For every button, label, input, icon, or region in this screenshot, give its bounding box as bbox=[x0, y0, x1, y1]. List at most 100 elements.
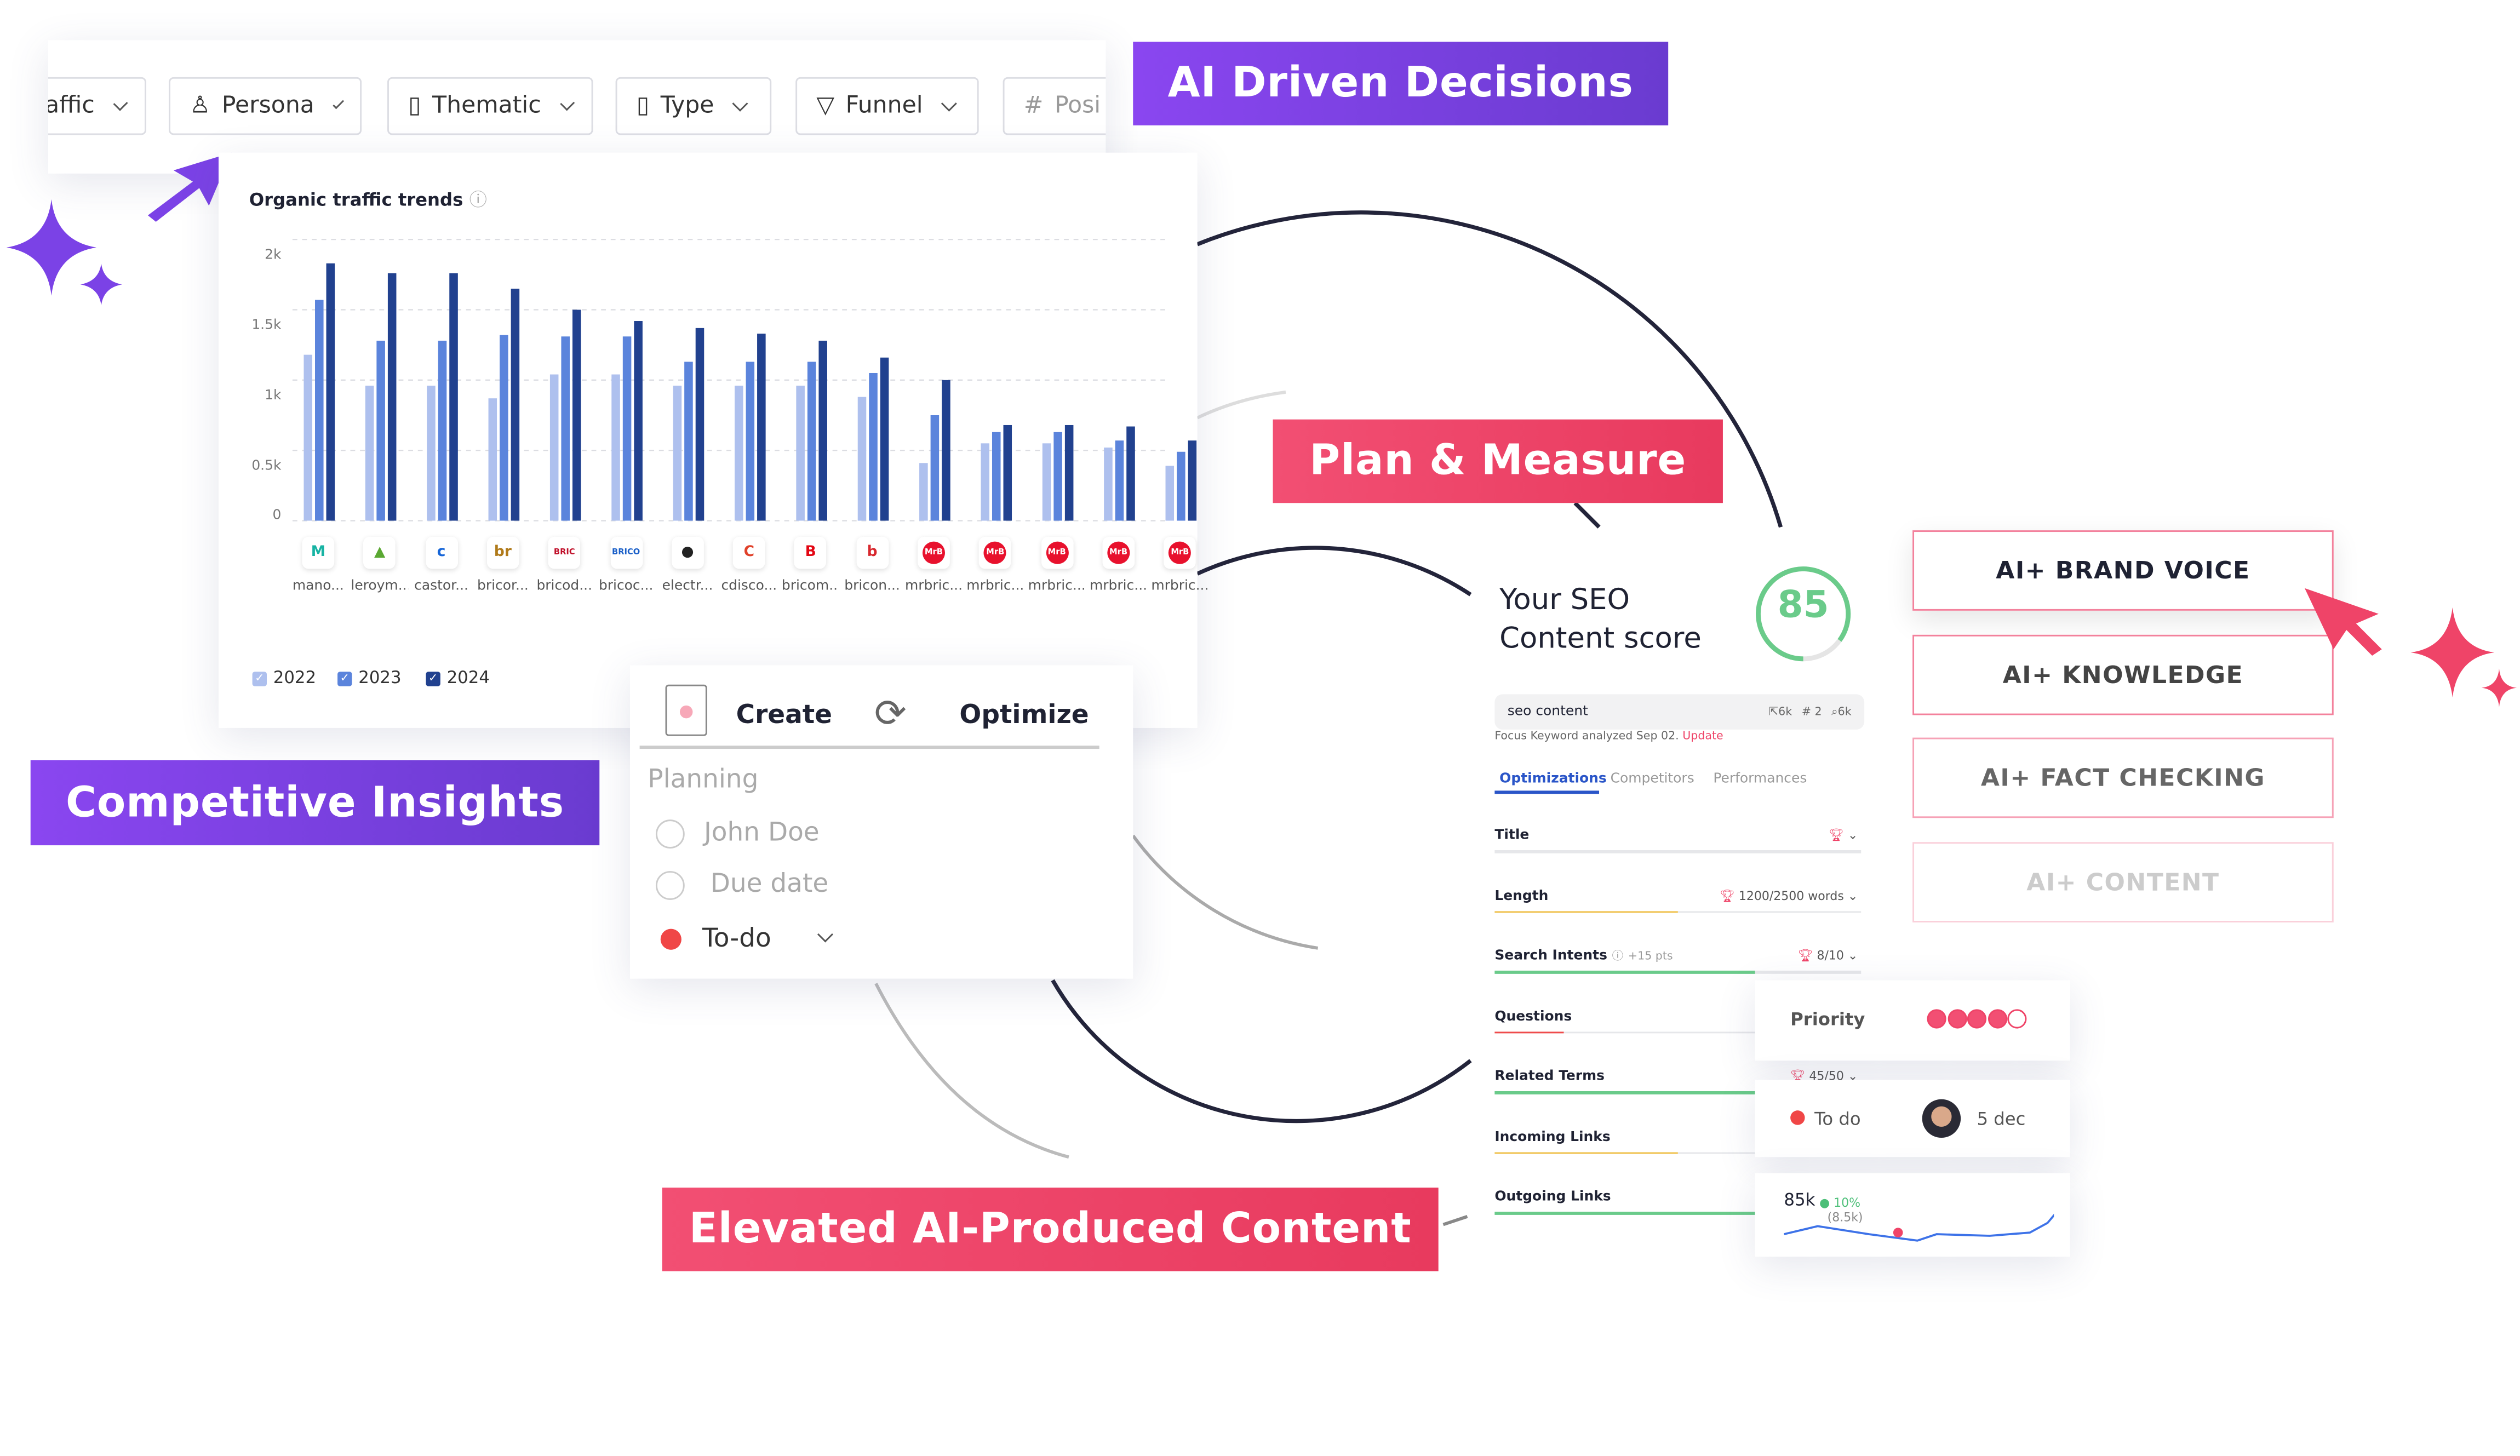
bar-2022[interactable] bbox=[611, 374, 620, 521]
tab-competitors[interactable]: Competitors bbox=[1611, 771, 1694, 787]
due-date-field[interactable]: Due date bbox=[711, 868, 829, 898]
bar-2022[interactable] bbox=[303, 354, 313, 521]
status-select[interactable]: To-do bbox=[702, 922, 771, 953]
assignee-field[interactable]: John Doe bbox=[704, 816, 820, 847]
bar-2022[interactable] bbox=[981, 443, 989, 521]
bar-2022[interactable] bbox=[549, 374, 559, 521]
keyword-field[interactable]: seo content ⇱6k # 2 ⌕6k bbox=[1494, 694, 1865, 730]
bar-2024[interactable] bbox=[818, 340, 827, 521]
ai-brand-voice-button[interactable]: AI+ BRAND VOICE bbox=[1912, 530, 2334, 611]
bar-2023[interactable] bbox=[930, 415, 940, 521]
ai-knowledge-button[interactable]: AI+ KNOWLEDGE bbox=[1912, 634, 2334, 715]
planning-field[interactable]: Planning bbox=[648, 764, 758, 794]
title-line: Your SEO bbox=[1499, 583, 1630, 617]
competitor-logo[interactable]: BRIC bbox=[548, 536, 581, 569]
todo-status[interactable]: To do bbox=[1814, 1109, 1860, 1130]
bar-2022[interactable] bbox=[734, 386, 743, 521]
ai-fact-checking-button[interactable]: AI+ FACT CHECKING bbox=[1912, 737, 2334, 818]
bar-2023[interactable] bbox=[561, 336, 570, 521]
competitor-logo[interactable]: MrB bbox=[1040, 536, 1073, 569]
bar-2024[interactable] bbox=[387, 273, 397, 521]
bar-2024[interactable] bbox=[1064, 425, 1074, 521]
legend-2024[interactable]: ✓ 2024 bbox=[426, 668, 490, 688]
competitor-logo[interactable]: MrB bbox=[918, 536, 950, 569]
sparkline-point bbox=[1893, 1228, 1903, 1237]
legend-2023[interactable]: ✓ 2023 bbox=[337, 668, 402, 688]
priority-dot[interactable] bbox=[1967, 1009, 1987, 1029]
bar-2022[interactable] bbox=[1104, 448, 1113, 521]
checkbox-icon[interactable]: ✓ bbox=[337, 670, 352, 686]
priority-rating[interactable] bbox=[1927, 1009, 2028, 1029]
row-label: Search Intents bbox=[1494, 948, 1607, 965]
bar-2024[interactable] bbox=[634, 321, 643, 521]
bar-2024[interactable] bbox=[757, 334, 766, 521]
seo-row[interactable]: Search Intents ⓘ +15 pts 🏆︎ 8/10 ⌄ bbox=[1494, 948, 1864, 973]
bar-2024[interactable] bbox=[511, 288, 520, 521]
bar-2024[interactable] bbox=[942, 380, 950, 521]
bar-2022[interactable] bbox=[427, 386, 436, 521]
bar-2022[interactable] bbox=[488, 398, 497, 521]
bar-2023[interactable] bbox=[869, 372, 878, 521]
priority-dot[interactable] bbox=[1987, 1009, 2007, 1029]
bar-2024[interactable] bbox=[880, 357, 889, 521]
bar-2024[interactable] bbox=[1126, 426, 1135, 521]
bar-2022[interactable] bbox=[1165, 466, 1175, 521]
create-tab[interactable]: Create bbox=[736, 699, 832, 730]
seo-row[interactable]: Length 🏆︎ 1200/2500 words ⌄ bbox=[1494, 888, 1864, 913]
competitor-logo[interactable]: c bbox=[425, 536, 457, 569]
priority-dot[interactable] bbox=[2007, 1009, 2027, 1029]
competitor-logo[interactable]: M bbox=[302, 536, 335, 569]
bar-2023[interactable] bbox=[684, 362, 693, 521]
bar-2022[interactable] bbox=[796, 386, 805, 521]
priority-dot[interactable] bbox=[1947, 1009, 1967, 1029]
competitor-logo[interactable]: b bbox=[856, 536, 889, 569]
bar-2023[interactable] bbox=[438, 340, 447, 521]
avatar[interactable] bbox=[1922, 1099, 1961, 1138]
competitor-logo[interactable]: MrB bbox=[1164, 536, 1196, 569]
legend-label: 2022 bbox=[273, 668, 317, 688]
checkbox-icon[interactable]: ✓ bbox=[252, 670, 267, 686]
legend-2022[interactable]: ✓ 2022 bbox=[252, 668, 317, 688]
bar-2023[interactable] bbox=[500, 335, 508, 521]
tab-performances[interactable]: Performances bbox=[1713, 771, 1807, 787]
bar-2023[interactable] bbox=[1115, 440, 1124, 521]
chevron-down-icon[interactable]: ⌄ bbox=[1848, 888, 1858, 902]
bar-2022[interactable] bbox=[673, 386, 682, 521]
priority-dot[interactable] bbox=[1927, 1009, 1946, 1029]
competitor-logo[interactable]: MrB bbox=[979, 536, 1012, 569]
chevron-down-icon[interactable]: ⌄ bbox=[1848, 828, 1858, 842]
bar-2024[interactable] bbox=[1188, 440, 1197, 521]
chevron-down-icon[interactable] bbox=[817, 926, 833, 943]
bar-2022[interactable] bbox=[365, 386, 374, 521]
bar-2023[interactable] bbox=[376, 340, 385, 521]
bar-2024[interactable] bbox=[695, 328, 705, 521]
bar-2022[interactable] bbox=[857, 397, 867, 521]
bar-2023[interactable] bbox=[315, 300, 324, 521]
bar-2023[interactable] bbox=[1177, 451, 1185, 521]
tab-optimizations[interactable]: Optimizations bbox=[1499, 771, 1607, 787]
competitor-logo[interactable]: MrB bbox=[1102, 536, 1135, 569]
competitor-logo[interactable]: ● bbox=[671, 536, 704, 569]
update-link[interactable]: Update bbox=[1682, 730, 1723, 742]
bar-2024[interactable] bbox=[572, 309, 581, 521]
bar-2023[interactable] bbox=[1053, 432, 1062, 521]
checkbox-icon[interactable]: ✓ bbox=[426, 670, 440, 686]
seo-row[interactable]: Title 🏆︎ ⌄ bbox=[1494, 828, 1864, 853]
competitor-logo[interactable]: br bbox=[486, 536, 519, 569]
bar-2022[interactable] bbox=[1042, 443, 1051, 521]
competitor-logo[interactable]: BRICO bbox=[610, 536, 643, 569]
bar-2023[interactable] bbox=[622, 336, 632, 521]
bar-2024[interactable] bbox=[326, 263, 335, 521]
competitor-logo[interactable]: C bbox=[733, 536, 765, 569]
competitor-logo[interactable]: ▲ bbox=[363, 536, 396, 569]
bar-2024[interactable] bbox=[449, 273, 458, 521]
bar-2023[interactable] bbox=[807, 362, 816, 521]
bar-2023[interactable] bbox=[746, 362, 755, 521]
bar-2024[interactable] bbox=[1003, 425, 1012, 521]
competitor-logo[interactable]: B bbox=[794, 536, 827, 569]
bar-2023[interactable] bbox=[992, 432, 1001, 521]
optimize-tab[interactable]: Optimize bbox=[959, 699, 1089, 730]
ai-content-button[interactable]: AI+ CONTENT bbox=[1912, 842, 2334, 922]
bar-2022[interactable] bbox=[919, 463, 928, 521]
chevron-down-icon[interactable]: ⌄ bbox=[1848, 948, 1858, 962]
